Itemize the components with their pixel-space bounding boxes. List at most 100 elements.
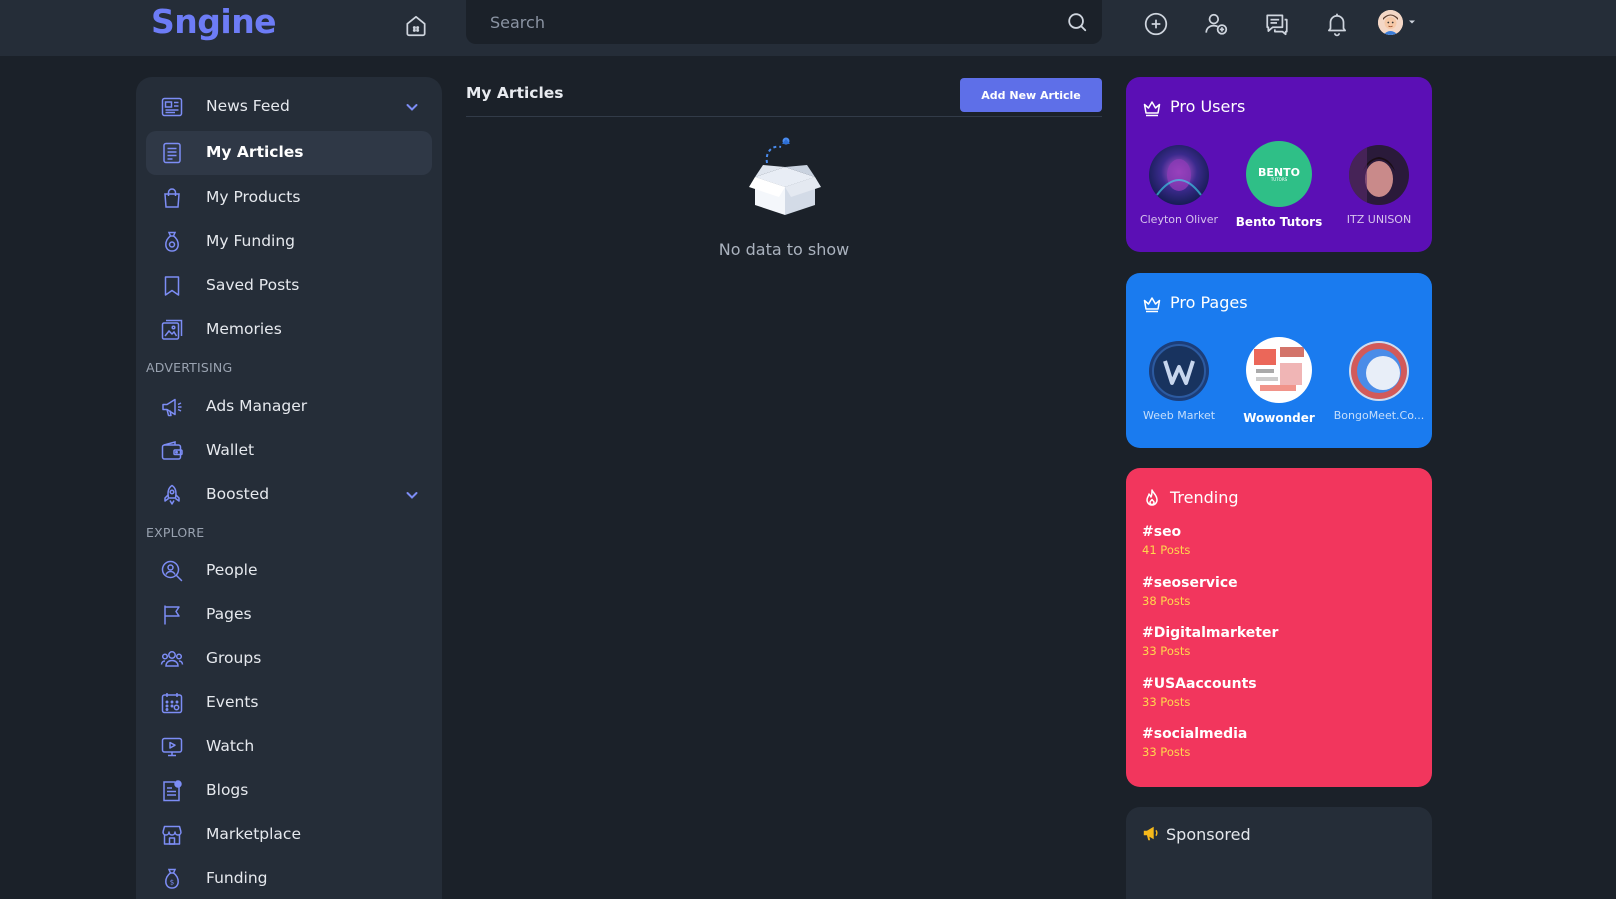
sidebar-item-label: Pages bbox=[206, 605, 252, 623]
top-navbar: Sngine bbox=[0, 0, 1616, 56]
trending-hashtag[interactable]: #USAaccounts 33 Posts bbox=[1142, 676, 1257, 709]
sidebar-item-people[interactable]: People bbox=[146, 549, 432, 593]
home-icon bbox=[406, 15, 426, 37]
sidebar-item-news-feed[interactable]: News Feed bbox=[146, 85, 432, 129]
sidebar-item-boosted[interactable]: Boosted bbox=[146, 473, 432, 517]
hashtag: #Digitalmarketer bbox=[1142, 625, 1279, 641]
divider bbox=[466, 116, 1102, 117]
sidebar-item-label: Marketplace bbox=[206, 825, 301, 843]
sidebar-item-watch[interactable]: Watch bbox=[146, 725, 432, 769]
photo-album-icon bbox=[161, 319, 183, 340]
pro-page-item[interactable]: Weeb Market bbox=[1129, 341, 1229, 422]
search-icon[interactable] bbox=[1066, 11, 1088, 33]
money-bag-icon: $ bbox=[165, 868, 179, 889]
bookmark-icon bbox=[164, 276, 180, 296]
card-title: Trending bbox=[1170, 488, 1239, 507]
groups-icon bbox=[160, 651, 184, 667]
left-sidebar: News Feed My Articles My Products My Fun… bbox=[136, 77, 442, 899]
sidebar-item-saved-posts[interactable]: Saved Posts bbox=[146, 264, 432, 308]
sidebar-item-label: Boosted bbox=[206, 485, 270, 503]
trending-hashtag[interactable]: #socialmedia 33 Posts bbox=[1142, 726, 1247, 759]
post-count: 33 Posts bbox=[1142, 695, 1191, 709]
sidebar-item-label: My Products bbox=[206, 188, 301, 206]
page-avatar bbox=[1349, 341, 1409, 401]
pro-user-item[interactable]: BENTO TUTORS Bento Tutors bbox=[1229, 141, 1329, 229]
notifications-button[interactable] bbox=[1321, 8, 1353, 40]
sidebar-item-memories[interactable]: Memories bbox=[146, 308, 432, 352]
avatar bbox=[1349, 145, 1409, 205]
pro-user-item[interactable]: ITZ UNISON bbox=[1329, 145, 1429, 226]
pro-users-card: Pro Users Cleyton Oliver BENTO TUTORS Be… bbox=[1126, 77, 1432, 252]
pro-user-name: Bento Tutors bbox=[1235, 215, 1323, 229]
pro-page-item[interactable]: Wowonder bbox=[1229, 337, 1329, 425]
pro-page-name: Wowonder bbox=[1243, 411, 1315, 425]
card-title: Pro Users bbox=[1170, 97, 1246, 116]
sidebar-item-blogs[interactable]: Blogs bbox=[146, 769, 432, 813]
hashtag: #seo bbox=[1142, 524, 1182, 540]
sidebar-item-events[interactable]: Events bbox=[146, 681, 432, 725]
post-count: 38 Posts bbox=[1142, 594, 1191, 608]
home-button[interactable] bbox=[400, 10, 432, 42]
post-count: 33 Posts bbox=[1142, 745, 1191, 759]
friend-requests-button[interactable] bbox=[1200, 8, 1232, 40]
hashtag: #USAaccounts bbox=[1142, 676, 1257, 692]
sidebar-item-funding[interactable]: $ Funding bbox=[146, 857, 432, 899]
trending-hashtag[interactable]: #seo 41 Posts bbox=[1142, 524, 1190, 557]
sidebar-item-my-products[interactable]: My Products bbox=[146, 176, 432, 220]
avatar bbox=[1149, 145, 1209, 205]
pro-user-item[interactable]: Cleyton Oliver bbox=[1129, 145, 1229, 226]
rocket-icon bbox=[164, 484, 180, 505]
logo-text: BENTO bbox=[1258, 165, 1300, 179]
site-logo[interactable]: Sngine bbox=[151, 2, 277, 41]
page-avatar bbox=[1246, 337, 1312, 403]
sidebar-item-marketplace[interactable]: Marketplace bbox=[146, 813, 432, 857]
megaphone-icon bbox=[162, 398, 182, 417]
flame-icon bbox=[1146, 489, 1158, 506]
calendar-icon bbox=[161, 693, 183, 714]
flag-icon bbox=[164, 605, 180, 625]
sidebar-item-label: Groups bbox=[206, 649, 262, 667]
user-menu-button[interactable] bbox=[1378, 8, 1428, 36]
sidebar-item-my-articles[interactable]: My Articles bbox=[146, 131, 432, 175]
trending-hashtag[interactable]: #Digitalmarketer 33 Posts bbox=[1142, 625, 1278, 658]
messages-button[interactable] bbox=[1261, 8, 1293, 40]
chevron-down-icon[interactable] bbox=[404, 487, 420, 503]
post-count: 33 Posts bbox=[1142, 644, 1191, 658]
avatar bbox=[1378, 9, 1403, 35]
pro-page-item[interactable]: BongoMeet.Co... bbox=[1329, 341, 1429, 422]
sidebar-item-groups[interactable]: Groups bbox=[146, 637, 432, 681]
document-icon bbox=[163, 142, 181, 164]
sidebar-item-label: Wallet bbox=[206, 441, 255, 459]
search-input[interactable] bbox=[466, 0, 1046, 44]
caret-down-icon bbox=[1409, 20, 1415, 24]
chevron-down-icon[interactable] bbox=[404, 99, 420, 115]
bell-icon bbox=[1328, 13, 1346, 37]
sidebar-item-pages[interactable]: Pages bbox=[146, 593, 432, 637]
crown-icon bbox=[1143, 297, 1161, 313]
section-label-explore: EXPLORE bbox=[146, 525, 205, 540]
megaphone-icon bbox=[1143, 826, 1158, 841]
sidebar-item-label: Memories bbox=[206, 320, 282, 338]
sidebar-item-ads-manager[interactable]: Ads Manager bbox=[146, 385, 432, 429]
add-new-article-button[interactable]: Add New Article bbox=[960, 78, 1102, 112]
sidebar-item-label: Blogs bbox=[206, 781, 249, 799]
sidebar-item-my-funding[interactable]: My Funding bbox=[146, 220, 432, 264]
svg-text:$: $ bbox=[170, 879, 174, 887]
sidebar-item-wallet[interactable]: Wallet bbox=[146, 429, 432, 473]
pro-pages-card: Pro Pages Weeb Market Wowonder BongoMeet… bbox=[1126, 273, 1432, 448]
pro-page-name: BongoMeet.Co... bbox=[1333, 409, 1425, 422]
trending-hashtag[interactable]: #seoservice 38 Posts bbox=[1142, 575, 1238, 608]
pro-user-name: ITZ UNISON bbox=[1346, 213, 1412, 226]
create-button[interactable] bbox=[1140, 8, 1172, 40]
sidebar-item-label: My Articles bbox=[206, 143, 304, 161]
crown-icon bbox=[1143, 101, 1161, 117]
search-bar bbox=[466, 0, 1102, 44]
wallet-icon bbox=[161, 441, 183, 460]
sidebar-item-label: News Feed bbox=[206, 97, 290, 115]
sidebar-item-label: Watch bbox=[206, 737, 255, 755]
sponsored-card: Sponsored bbox=[1126, 807, 1432, 899]
pro-page-name: Weeb Market bbox=[1142, 409, 1216, 422]
page-avatar bbox=[1149, 341, 1209, 401]
people-search-icon bbox=[161, 560, 183, 582]
add-user-icon bbox=[1205, 13, 1228, 35]
